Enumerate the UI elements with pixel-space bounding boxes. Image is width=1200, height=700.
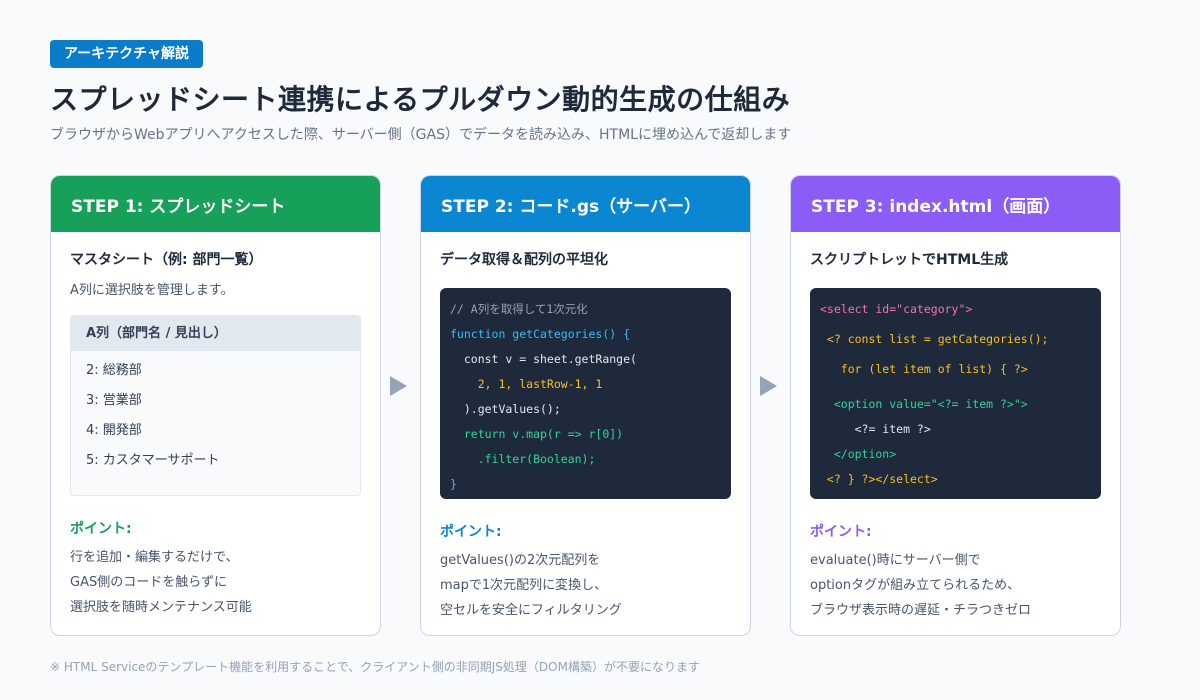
step3-point-title: ポイント:	[810, 524, 872, 540]
sheet-table-row: 4: 開発部	[86, 423, 142, 438]
arrow-right-icon	[390, 376, 407, 396]
step3-section-title: スクリプトレットでHTML生成	[810, 252, 1009, 268]
code-line: <? } ?></select>	[820, 472, 938, 486]
step1-point-body: 行を追加・編集するだけで、 GAS側のコードを触らずに 選択肢を随時メンテナンス…	[70, 548, 361, 623]
step3-point-line: evaluate()時にサーバー側で	[810, 553, 981, 568]
step2-point-title: ポイント:	[440, 524, 502, 540]
code-line: <? const list = getCategories();	[820, 332, 1049, 346]
step3-header: STEP 3: index.html（画面）	[791, 176, 1120, 232]
step1-card: STEP 1: スプレッドシート マスタシート（例: 部門一覧） A列に選択肢を…	[50, 175, 381, 636]
step1-point-line: 選択肢を随時メンテナンス可能	[70, 600, 252, 615]
step2-section-title: データ取得＆配列の平坦化	[440, 252, 608, 268]
sheet-table-row: 2: 総務部	[86, 363, 142, 378]
code-line: </option>	[820, 447, 897, 461]
step3-point-line: ブラウザ表示時の遅延・チラつきゼロ	[810, 603, 1032, 618]
step3-point-line: optionタグが組み立てられるため、	[810, 578, 1021, 593]
step3-point-body: evaluate()時にサーバー側で optionタグが組み立てられるため、 ブ…	[810, 551, 1101, 626]
step3-card: STEP 3: index.html（画面） スクリプトレットでHTML生成 <…	[790, 175, 1121, 636]
footnote: ※ HTML Serviceのテンプレート機能を利用することで、クライアント側の…	[50, 660, 700, 674]
code-line: <option value="<?= item ?>">	[820, 397, 1028, 411]
step1-point-title: ポイント:	[70, 521, 132, 537]
step2-point-line: getValues()の2次元配列を	[440, 553, 601, 568]
sheet-table-header: A列（部門名 / 見出し）	[71, 316, 360, 351]
server-code-block: // A列を取得して1次元化 function getCategories() …	[440, 288, 731, 499]
page-subtitle: ブラウザからWebアプリへアクセスした際、サーバー側（GAS）でデータを読み込み…	[50, 127, 792, 143]
code-line: return v.map(r => r[0])	[450, 427, 624, 441]
code-line: // A列を取得して1次元化	[450, 302, 588, 316]
html-code-block: <select id="category"> <? const list = g…	[810, 288, 1101, 499]
step2-point-line: mapで1次元配列に変換し、	[440, 578, 608, 593]
page-title: スプレッドシート連携によるプルダウン動的生成の仕組み	[50, 83, 791, 116]
code-line: 2, 1, lastRow-1, 1	[450, 377, 603, 391]
step2-card: STEP 2: コード.gs（サーバー） データ取得＆配列の平坦化 // A列を…	[420, 175, 751, 636]
step3-header-label: STEP 3: index.html（画面）	[811, 196, 1061, 217]
step1-section-desc: A列に選択肢を管理します。	[70, 283, 234, 298]
step2-point-body: getValues()の2次元配列を mapで1次元配列に変換し、 空セルを安全…	[440, 551, 731, 626]
code-line: for (let item of list) { ?>	[820, 362, 1028, 376]
code-line: function getCategories() {	[450, 327, 631, 341]
code-line: const v = sheet.getRange(	[450, 352, 637, 366]
code-line: .filter(Boolean);	[450, 452, 596, 466]
step2-header-label: STEP 2: コード.gs（サーバー）	[441, 196, 701, 217]
code-line: }	[450, 477, 457, 491]
step1-header-label: STEP 1: スプレッドシート	[71, 196, 286, 217]
step1-header: STEP 1: スプレッドシート	[51, 176, 380, 232]
step2-point-line: 空セルを安全にフィルタリング	[440, 603, 622, 618]
section-badge: アーキテクチャ解説	[50, 40, 204, 68]
step1-point-line: GAS側のコードを触らずに	[70, 575, 227, 590]
step1-section-title: マスタシート（例: 部門一覧）	[70, 252, 263, 268]
step2-header: STEP 2: コード.gs（サーバー）	[421, 176, 750, 232]
step1-point-line: 行を追加・編集するだけで、	[70, 550, 239, 565]
sheet-table-row: 5: カスタマーサポート	[86, 453, 220, 468]
sheet-table: A列（部門名 / 見出し） 2: 総務部 3: 営業部 4: 開発部 5: カス…	[70, 315, 361, 496]
sheet-table-row: 3: 営業部	[86, 393, 142, 408]
code-line: <?= item ?>	[820, 422, 931, 436]
code-line: <select id="category">	[820, 302, 973, 316]
arrow-right-icon	[760, 376, 777, 396]
code-line: ).getValues();	[450, 402, 561, 416]
